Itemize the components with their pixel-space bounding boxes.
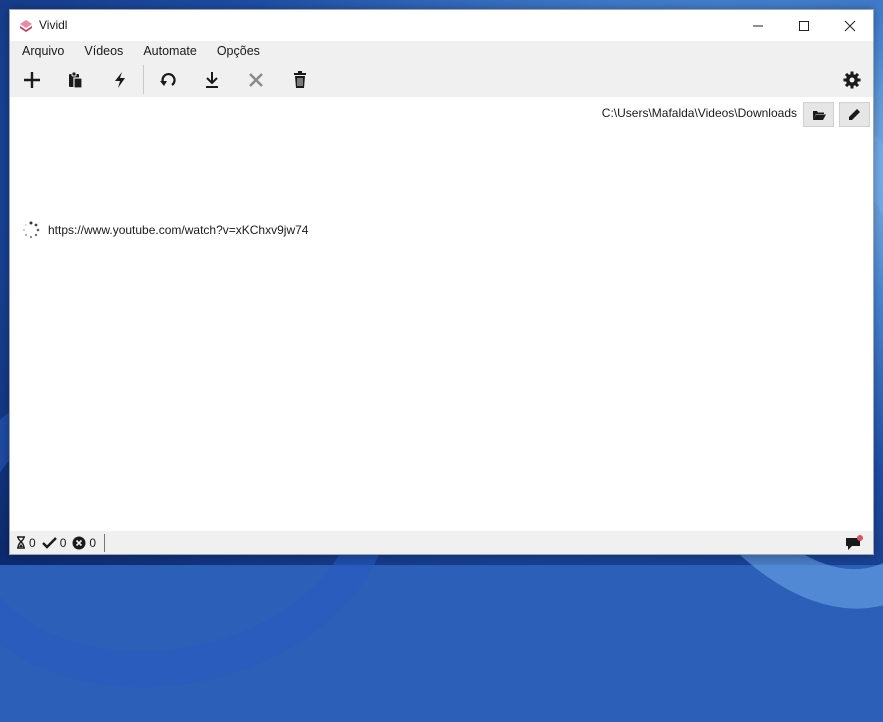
toolbar-separator xyxy=(143,65,144,94)
open-folder-button[interactable] xyxy=(803,102,834,127)
loading-spinner-icon xyxy=(23,221,40,239)
error-circle-icon xyxy=(72,536,86,549)
maximize-button[interactable] xyxy=(781,10,827,41)
failed-count-value: 0 xyxy=(89,535,97,550)
minimize-button[interactable] xyxy=(735,10,781,41)
pencil-icon xyxy=(849,109,860,120)
status-separator xyxy=(104,533,106,552)
cancel-button[interactable] xyxy=(238,64,274,96)
download-list: C:\Users\Mafalda\Videos\Downloads https:… xyxy=(10,97,873,531)
minimize-icon xyxy=(753,25,763,26)
title-bar[interactable]: Vividl xyxy=(10,10,873,41)
gear-icon xyxy=(843,71,861,89)
cancel-icon xyxy=(249,73,263,87)
close-icon xyxy=(844,20,856,31)
plus-icon xyxy=(24,72,40,88)
refresh-icon xyxy=(160,73,176,86)
settings-button[interactable] xyxy=(834,64,870,96)
delete-button[interactable] xyxy=(282,64,318,96)
window-title: Vividl xyxy=(39,18,68,32)
paste-icon xyxy=(69,71,83,89)
download-directory-path: C:\Users\Mafalda\Videos\Downloads xyxy=(601,106,797,120)
menu-automate[interactable]: Automate xyxy=(133,41,207,62)
done-count-value: 0 xyxy=(59,535,67,550)
toolbar xyxy=(10,62,873,97)
folder-open-icon xyxy=(812,110,826,120)
list-item[interactable]: https://www.youtube.com/watch?v=xKChxv9j… xyxy=(22,221,308,239)
refresh-button[interactable] xyxy=(150,64,186,96)
menu-arquivo[interactable]: Arquivo xyxy=(12,41,74,62)
maximize-icon xyxy=(799,20,809,31)
vividl-logo-icon xyxy=(20,20,32,32)
trash-icon xyxy=(294,71,306,88)
item-url: https://www.youtube.com/watch?v=xKChxv9j… xyxy=(48,223,309,237)
download-icon xyxy=(206,72,218,88)
paste-button[interactable] xyxy=(58,64,94,96)
checkmark-icon xyxy=(41,537,57,549)
pending-count-value: 0 xyxy=(29,535,36,550)
add-url-button[interactable] xyxy=(14,64,50,96)
menu-bar: Arquivo Vídeos Automate Opções xyxy=(10,41,873,62)
lightning-icon xyxy=(115,72,125,88)
quick-download-button[interactable] xyxy=(102,64,138,96)
menu-opcoes[interactable]: Opções xyxy=(207,41,270,62)
failed-count: 0 xyxy=(72,536,96,550)
edit-directory-button[interactable] xyxy=(839,102,870,127)
menu-videos[interactable]: Vídeos xyxy=(74,41,133,62)
pending-count: 0 xyxy=(16,536,36,550)
status-bar: 0 0 0 xyxy=(10,531,873,554)
done-count: 0 xyxy=(41,535,67,550)
hourglass-icon xyxy=(17,536,25,549)
download-button[interactable] xyxy=(194,64,230,96)
notification-chat-icon[interactable] xyxy=(845,535,863,551)
close-button[interactable] xyxy=(827,10,873,41)
app-window: Vividl Arquivo Vídeos Automate Opções C:… xyxy=(9,9,874,555)
